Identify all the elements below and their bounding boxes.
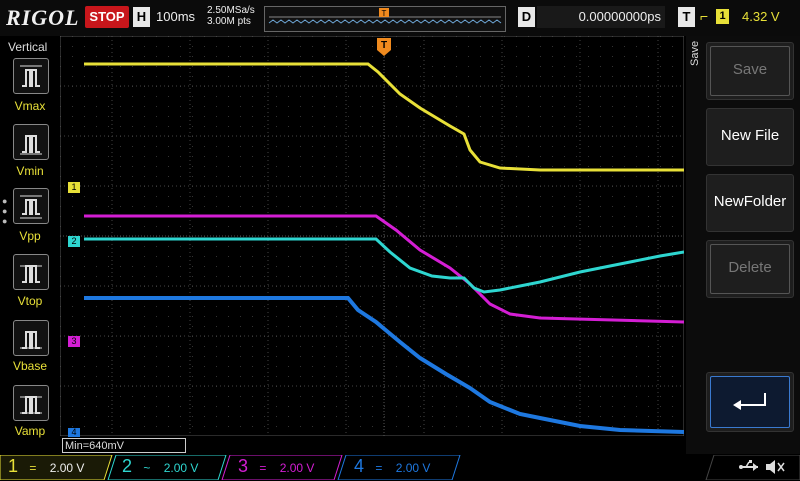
vmax-icon [20, 65, 42, 87]
svg-text:T: T [381, 40, 387, 51]
trigger-level[interactable]: 4.32 V [742, 9, 780, 24]
brand-logo: RIGOL [6, 5, 80, 30]
channel-number: 4 [354, 456, 365, 476]
acquisition-info: 2.50MSa/s 3.00M pts [207, 5, 255, 27]
sample-rate: 2.50MSa/s [207, 5, 255, 16]
vmin-button[interactable] [13, 124, 49, 160]
memory-position-bar[interactable]: T [264, 6, 506, 32]
channel-4-offset-marker[interactable]: 4 [68, 428, 80, 437]
waveform-display[interactable]: T [60, 36, 684, 436]
coupling-icon: ~ [143, 461, 151, 475]
save-button[interactable]: Save [706, 42, 794, 100]
channel-4-tab[interactable]: 4 = 2.00 V [354, 456, 430, 480]
vtop-icon [20, 265, 42, 283]
measure-label: Vbase [12, 359, 48, 373]
coupling-icon: = [375, 461, 383, 475]
memory-depth: 3.00M pts [207, 16, 251, 27]
channel-number: 1 [8, 456, 19, 476]
delete-button[interactable]: Delete [706, 240, 794, 298]
vpp-button[interactable] [13, 188, 49, 224]
channel-scale: 2.00 V [279, 461, 315, 475]
button-label: Delete [728, 259, 772, 276]
trigger-label: T [678, 7, 695, 27]
channel-2-offset-marker[interactable]: 2 [68, 236, 80, 247]
channel-3-tab[interactable]: 3 = 2.00 V [238, 456, 314, 480]
vmin-icon [20, 135, 42, 155]
channel-1-tab[interactable]: 1 = 2.00 V [8, 456, 84, 480]
rising-edge-icon: ⌐ [700, 8, 709, 24]
svg-text:T: T [382, 9, 387, 18]
horizontal-label: H [133, 7, 150, 27]
vmax-button[interactable] [13, 58, 49, 94]
new-file-button[interactable]: New File [706, 108, 794, 166]
coupling-icon: = [29, 461, 37, 475]
speaker-muted-icon[interactable] [764, 458, 786, 481]
measure-category-title: Vertical [8, 40, 48, 54]
coupling-icon: = [259, 461, 267, 475]
button-label: New File [720, 127, 780, 144]
vtop-button[interactable] [13, 254, 49, 290]
memory-waveform-overview: T [268, 8, 502, 24]
enter-button[interactable] [706, 372, 794, 432]
channel-number: 2 [122, 456, 133, 476]
delay-label: D [518, 7, 535, 27]
channel-3-offset-marker[interactable]: 3 [68, 336, 80, 347]
channel-1-offset-marker[interactable]: 1 [68, 182, 80, 193]
channel-scale: 2.00 V [395, 461, 431, 475]
measure-label: Vtop [17, 294, 43, 308]
channel-scale: 2.00 V [49, 461, 85, 475]
timebase-value[interactable]: 100ms [156, 9, 195, 24]
save-menu-title: Save [689, 40, 701, 66]
enter-arrow-icon [733, 393, 766, 410]
vbase-icon [20, 331, 42, 349]
delay-value[interactable]: 0.00000000ps [537, 6, 665, 28]
page-indicator-icon: ● ● ● [2, 196, 8, 226]
trigger-source[interactable]: 1 [716, 9, 729, 24]
channel-number: 3 [238, 456, 249, 476]
vamp-icon [20, 396, 42, 414]
button-label: Save [732, 61, 768, 78]
vpp-icon [20, 195, 42, 219]
measure-label: Vpp [19, 229, 41, 243]
measure-label: Vamp [14, 424, 46, 438]
measure-label: Vmax [14, 99, 46, 113]
usb-icon [738, 459, 760, 480]
vbase-button[interactable] [13, 320, 49, 356]
button-label: NewFolder [713, 193, 787, 210]
channel-2-tab[interactable]: 2 ~ 2.00 V [122, 456, 198, 480]
channel-scale: 2.00 V [163, 461, 199, 475]
measure-label: Vmin [16, 164, 44, 178]
measurement-readout: Min=640mV [62, 438, 186, 453]
new-folder-button[interactable]: NewFolder [706, 174, 794, 232]
vamp-button[interactable] [13, 385, 49, 421]
run-stop-status[interactable]: STOP [85, 6, 129, 28]
